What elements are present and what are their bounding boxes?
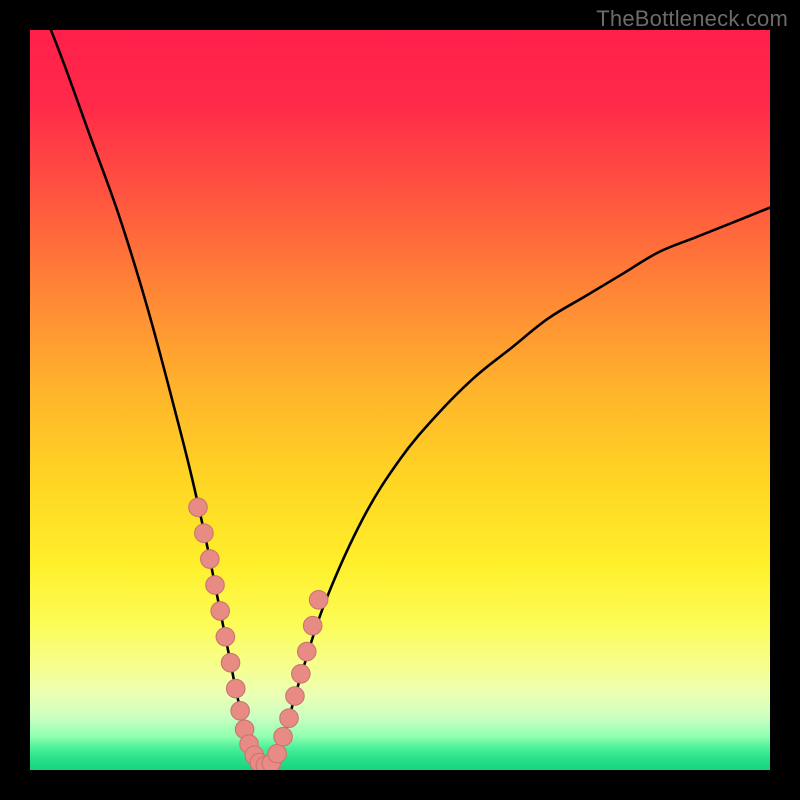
highlight-dot [274, 727, 293, 746]
highlight-dots [189, 498, 328, 770]
chart-svg [30, 30, 770, 770]
highlight-dot [211, 602, 230, 621]
highlight-dot [231, 702, 250, 721]
highlight-dot [216, 628, 235, 647]
highlight-dot [195, 524, 214, 543]
highlight-dot [280, 709, 299, 728]
highlight-dot [303, 616, 322, 635]
highlight-dot [226, 679, 245, 698]
highlight-dot [309, 591, 328, 610]
bottleneck-curve [30, 30, 770, 766]
watermark-text: TheBottleneck.com [596, 6, 788, 32]
plot-area [30, 30, 770, 770]
highlight-dot [201, 550, 220, 569]
highlight-dot [189, 498, 208, 517]
chart-frame: TheBottleneck.com [0, 0, 800, 800]
highlight-dot [292, 665, 311, 684]
highlight-dot [221, 653, 240, 672]
highlight-dot [286, 687, 305, 706]
highlight-dot [298, 642, 317, 661]
highlight-dot [206, 576, 225, 595]
highlight-dot [268, 744, 287, 763]
